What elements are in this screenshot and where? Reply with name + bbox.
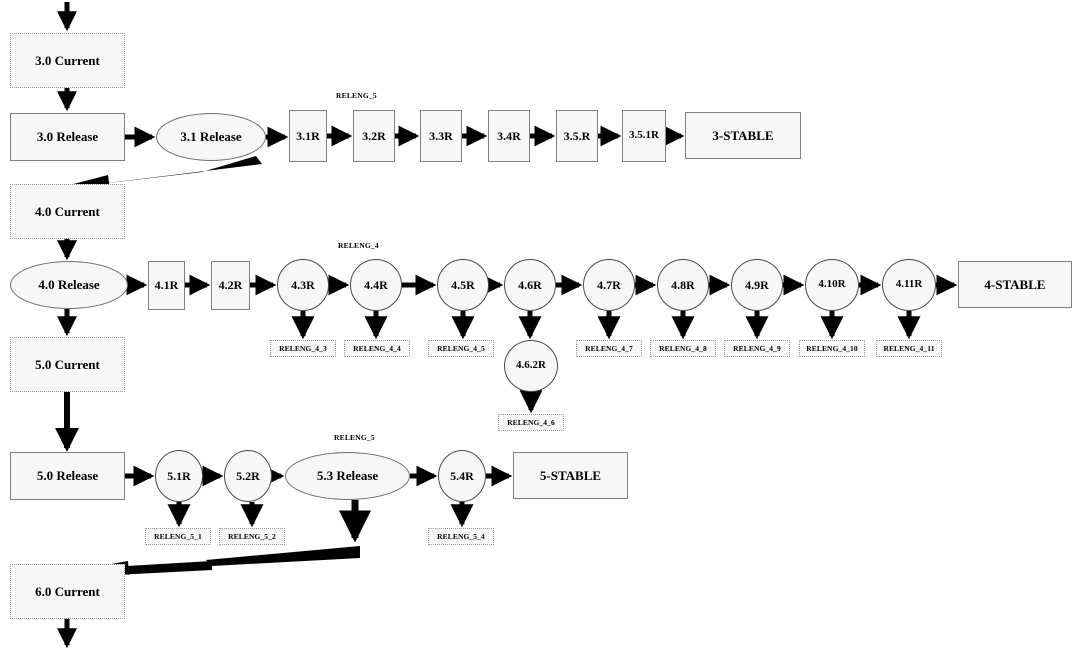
node-3-0-current[interactable]: 3.0 Current bbox=[10, 33, 125, 88]
tag-label: RELENG_4_5 bbox=[437, 344, 485, 353]
node-4-0-release[interactable]: 4.0 Release bbox=[10, 261, 128, 309]
branch-label-releng-3: RELENG_5 bbox=[336, 91, 377, 100]
diagram-edges bbox=[55, 2, 958, 649]
node-4-9r[interactable]: 4.9R bbox=[731, 259, 783, 311]
node-4-1r[interactable]: 4.1R bbox=[148, 261, 185, 310]
node-5-3-release[interactable]: 5.3 Release bbox=[285, 452, 410, 500]
node-4-8r[interactable]: 4.8R bbox=[657, 259, 709, 311]
tag-label: RELENG_5_2 bbox=[228, 532, 276, 541]
node-3-2r[interactable]: 3.2R bbox=[353, 110, 395, 162]
node-3-3r[interactable]: 3.3R bbox=[420, 110, 462, 162]
node-3-stable[interactable]: 3-STABLE bbox=[685, 112, 801, 159]
node-4-6r[interactable]: 4.6R bbox=[504, 259, 556, 311]
node-5-4r[interactable]: 5.4R bbox=[438, 450, 486, 502]
tag-label: RELENG_4_8 bbox=[659, 344, 707, 353]
tag-label: RELENG_4_7 bbox=[585, 344, 633, 353]
node-4-5r[interactable]: 4.5R bbox=[437, 259, 489, 311]
branch-label-releng-5: RELENG_5 bbox=[334, 433, 375, 442]
branch-label-releng-4: RELENG_4 bbox=[338, 241, 379, 250]
node-5-0-release[interactable]: 5.0 Release bbox=[10, 452, 125, 500]
tag-releng-4-11[interactable]: RELENG_4_11 bbox=[876, 340, 942, 357]
tag-label: RELENG_4_6 bbox=[507, 418, 555, 427]
node-5-0-current[interactable]: 5.0 Current bbox=[10, 337, 125, 392]
tag-label: RELENG_4_3 bbox=[279, 344, 327, 353]
node-3-1-release[interactable]: 3.1 Release bbox=[156, 113, 266, 161]
node-4-10r[interactable]: 4.10R bbox=[805, 259, 859, 311]
tag-label: RELENG_4_9 bbox=[733, 344, 781, 353]
tag-releng-5-4[interactable]: RELENG_5_4 bbox=[428, 528, 494, 545]
tag-releng-4-8[interactable]: RELENG_4_8 bbox=[650, 340, 716, 357]
node-5-2r[interactable]: 5.2R bbox=[224, 450, 272, 502]
node-4-7r[interactable]: 4.7R bbox=[583, 259, 635, 311]
tag-releng-4-6[interactable]: RELENG_4_6 bbox=[498, 414, 564, 431]
node-4-11r[interactable]: 4.11R bbox=[882, 259, 936, 311]
node-4-3r[interactable]: 4.3R bbox=[277, 259, 329, 311]
node-4-stable[interactable]: 4-STABLE bbox=[958, 261, 1072, 308]
node-4-4r[interactable]: 4.4R bbox=[350, 259, 402, 311]
node-4-2r[interactable]: 4.2R bbox=[211, 261, 250, 310]
tag-label: RELENG_5_1 bbox=[154, 532, 202, 541]
node-6-0-current[interactable]: 6.0 Current bbox=[10, 564, 125, 619]
tag-releng-4-4[interactable]: RELENG_4_4 bbox=[344, 340, 410, 357]
edge-5-3-release-to-6-0-current bbox=[206, 546, 360, 566]
node-3-1r[interactable]: 3.1R bbox=[289, 110, 327, 162]
tag-releng-4-10[interactable]: RELENG_4_10 bbox=[799, 340, 865, 357]
diagram-canvas: RELENG_5 RELENG_4 RELENG_5 3.0 Current 4… bbox=[0, 0, 1080, 651]
tag-releng-4-5[interactable]: RELENG_4_5 bbox=[428, 340, 494, 357]
tag-label: RELENG_4_11 bbox=[883, 344, 935, 353]
tag-releng-5-1[interactable]: RELENG_5_1 bbox=[145, 528, 211, 545]
node-4-6-2r[interactable]: 4.6.2R bbox=[504, 340, 558, 392]
tag-label: RELENG_5_4 bbox=[437, 532, 485, 541]
node-3-5r[interactable]: 3.5.R bbox=[556, 110, 598, 162]
node-3-0-release[interactable]: 3.0 Release bbox=[10, 113, 125, 161]
tag-releng-4-7[interactable]: RELENG_4_7 bbox=[576, 340, 642, 357]
node-5-1r[interactable]: 5.1R bbox=[155, 450, 203, 502]
tag-releng-4-9[interactable]: RELENG_4_9 bbox=[724, 340, 790, 357]
node-3-5-1r[interactable]: 3.5.1R bbox=[622, 110, 666, 162]
tag-releng-5-2[interactable]: RELENG_5_2 bbox=[219, 528, 285, 545]
tag-releng-4-3[interactable]: RELENG_4_3 bbox=[270, 340, 336, 357]
tag-label: RELENG_4_10 bbox=[806, 344, 858, 353]
tag-label: RELENG_4_4 bbox=[353, 344, 401, 353]
node-3-4r[interactable]: 3.4R bbox=[488, 110, 530, 162]
node-5-stable[interactable]: 5-STABLE bbox=[513, 452, 628, 499]
node-4-0-current[interactable]: 4.0 Current bbox=[10, 184, 125, 239]
